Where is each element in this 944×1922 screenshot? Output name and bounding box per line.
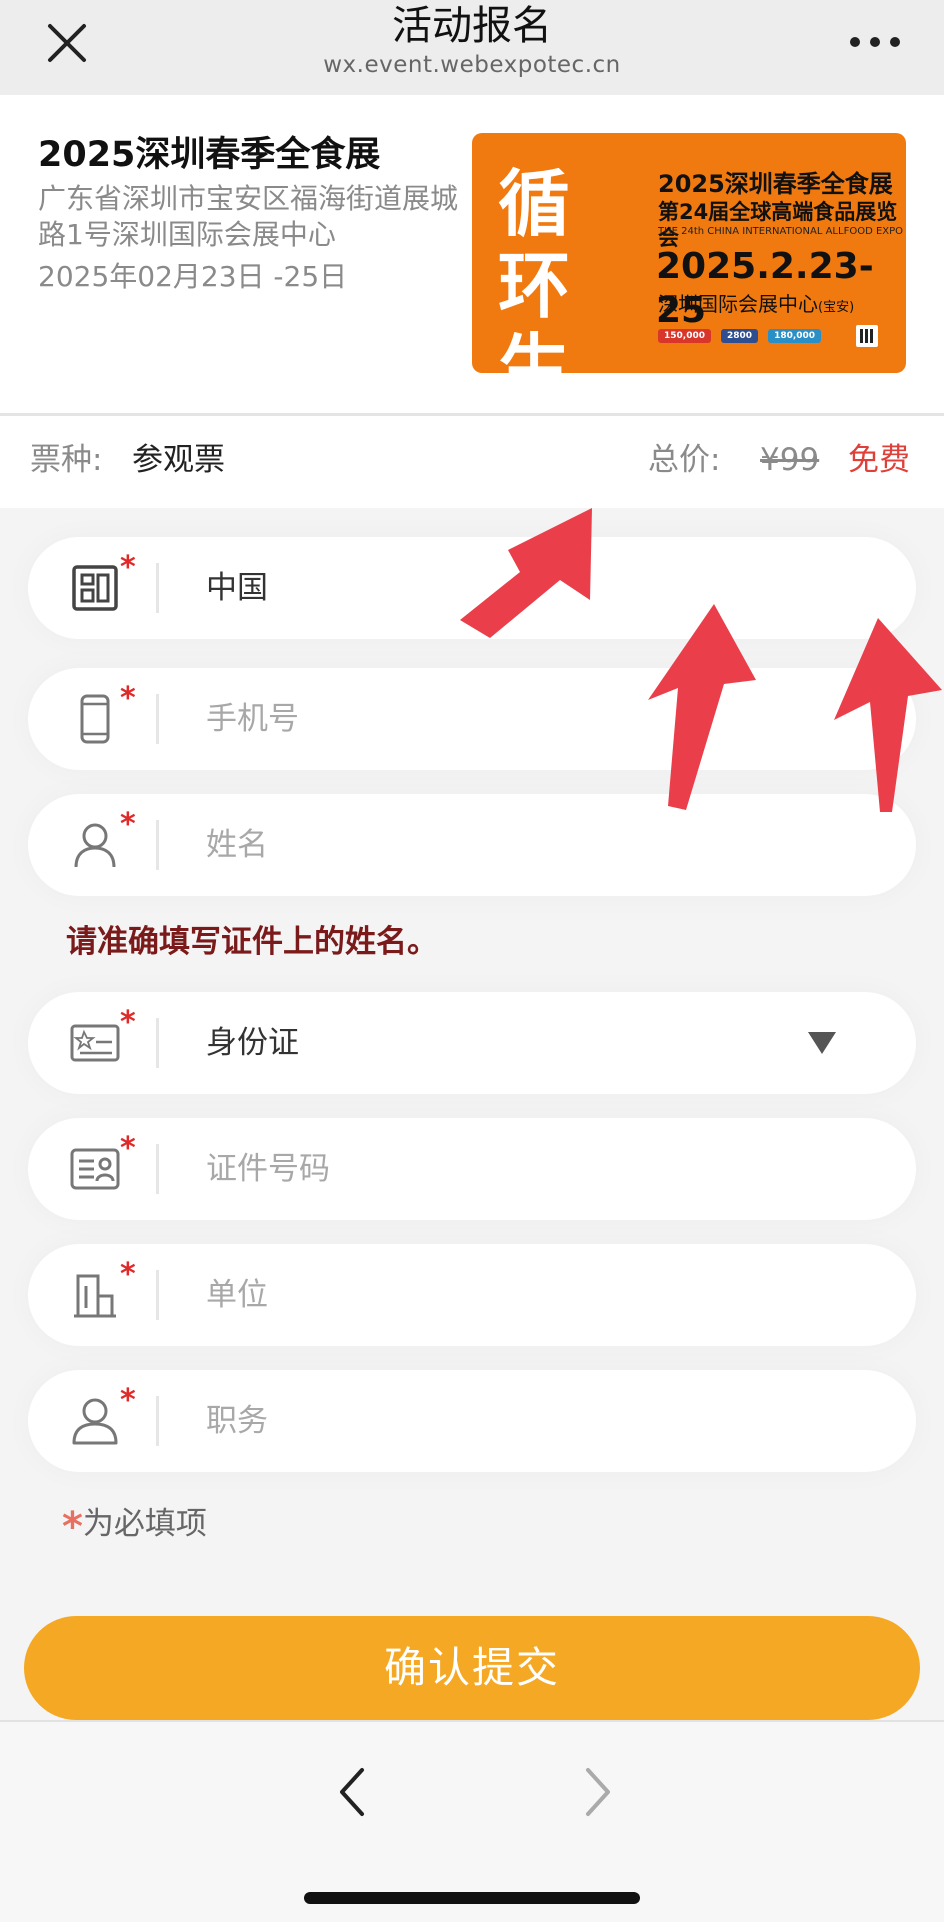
required-mark: *	[120, 550, 136, 585]
submit-button[interactable]: 确认提交	[24, 1616, 920, 1720]
qr-code-icon	[856, 325, 878, 347]
field-divider	[156, 1144, 159, 1194]
event-address: 广东省深圳市宝安区福海街道展城路1号深圳国际会展中心	[38, 182, 459, 251]
ticket-type-value: 参观票	[132, 442, 225, 478]
more-icon[interactable]	[850, 24, 900, 60]
company-field[interactable]: * 单位	[28, 1244, 916, 1346]
job-person-icon	[72, 1398, 118, 1445]
forward-arrow-icon[interactable]	[580, 1762, 616, 1822]
annotation-arrow-icon	[648, 604, 756, 810]
annotation-arrow-icon	[834, 618, 942, 812]
id-number-field[interactable]: * 证件号码	[28, 1118, 916, 1220]
dropdown-caret-icon[interactable]	[808, 1032, 836, 1054]
poster-english: THE 24th CHINA INTERNATIONAL ALLFOOD EXP…	[658, 226, 904, 237]
required-note-mark: *	[62, 1504, 83, 1550]
job-title-placeholder: 职务	[206, 1403, 268, 1439]
phone-placeholder: 手机号	[206, 701, 299, 737]
phone-field[interactable]: * 手机号	[28, 668, 916, 770]
top-nav-bar: 活动报名 wx.event.webexpotec.cn	[0, 0, 944, 95]
id-number-placeholder: 证件号码	[206, 1151, 330, 1187]
poster-venue-name: 深圳国际会展中心	[658, 292, 818, 316]
country-icon	[72, 565, 118, 611]
field-divider	[156, 1396, 159, 1446]
country-value: 中国	[206, 570, 268, 606]
required-mark: *	[120, 1131, 136, 1166]
home-indicator	[304, 1892, 640, 1904]
required-mark: *	[120, 807, 136, 842]
poster-title: 2025深圳春季全食展	[658, 170, 893, 198]
required-mark: *	[120, 1383, 136, 1418]
job-title-field[interactable]: * 职务	[28, 1370, 916, 1472]
event-date: 2025年02月23日 -25日	[38, 260, 348, 293]
poster-stat: 2800	[721, 329, 759, 343]
field-divider	[156, 1018, 159, 1068]
poster-slogan: 循环生长	[498, 162, 573, 373]
phone-icon	[80, 694, 110, 744]
poster-venue-note: (宝安)	[818, 300, 855, 315]
required-note-text: 为必填项	[82, 1506, 207, 1542]
event-poster: 循环生长 2025深圳春季全食展 第24届全球高端食品展览会 THE 24th …	[472, 133, 906, 373]
original-price: ¥99	[760, 442, 820, 478]
id-card-icon	[70, 1024, 120, 1062]
page-url: wx.event.webexpotec.cn	[323, 52, 621, 78]
back-arrow-icon[interactable]	[334, 1762, 370, 1822]
company-placeholder: 单位	[206, 1277, 268, 1313]
id-number-icon	[70, 1148, 120, 1190]
id-type-select[interactable]: * 身份证	[28, 992, 916, 1094]
event-card: 2025深圳春季全食展 广东省深圳市宝安区福海街道展城路1号深圳国际会展中心 2…	[0, 95, 944, 416]
ticket-type-label: 票种:	[30, 442, 103, 478]
field-divider	[156, 563, 159, 613]
id-type-value: 身份证	[206, 1025, 299, 1061]
poster-stat: 180,000	[768, 329, 822, 343]
building-icon	[74, 1274, 116, 1318]
required-mark: *	[120, 1005, 136, 1040]
poster-venue: 深圳国际会展中心(宝安)	[658, 291, 854, 321]
field-divider	[156, 820, 159, 870]
name-field[interactable]: * 姓名	[28, 794, 916, 896]
annotation-arrow-icon	[460, 508, 592, 638]
poster-stat: 150,000	[658, 329, 711, 343]
total-price-label: 总价:	[648, 442, 721, 478]
required-mark: *	[120, 681, 136, 716]
name-hint: 请准确填写证件上的姓名。	[66, 924, 438, 960]
page-title: 活动报名	[392, 3, 552, 49]
current-price: 免费	[848, 442, 910, 478]
field-divider	[156, 1270, 159, 1320]
field-divider	[156, 694, 159, 744]
poster-stats: 150,000 2800 180,000	[658, 329, 822, 343]
person-icon	[74, 823, 116, 868]
required-mark: *	[120, 1257, 136, 1292]
required-note: *为必填项	[62, 1502, 207, 1549]
name-placeholder: 姓名	[206, 827, 268, 863]
event-name: 2025深圳春季全食展	[38, 135, 381, 175]
